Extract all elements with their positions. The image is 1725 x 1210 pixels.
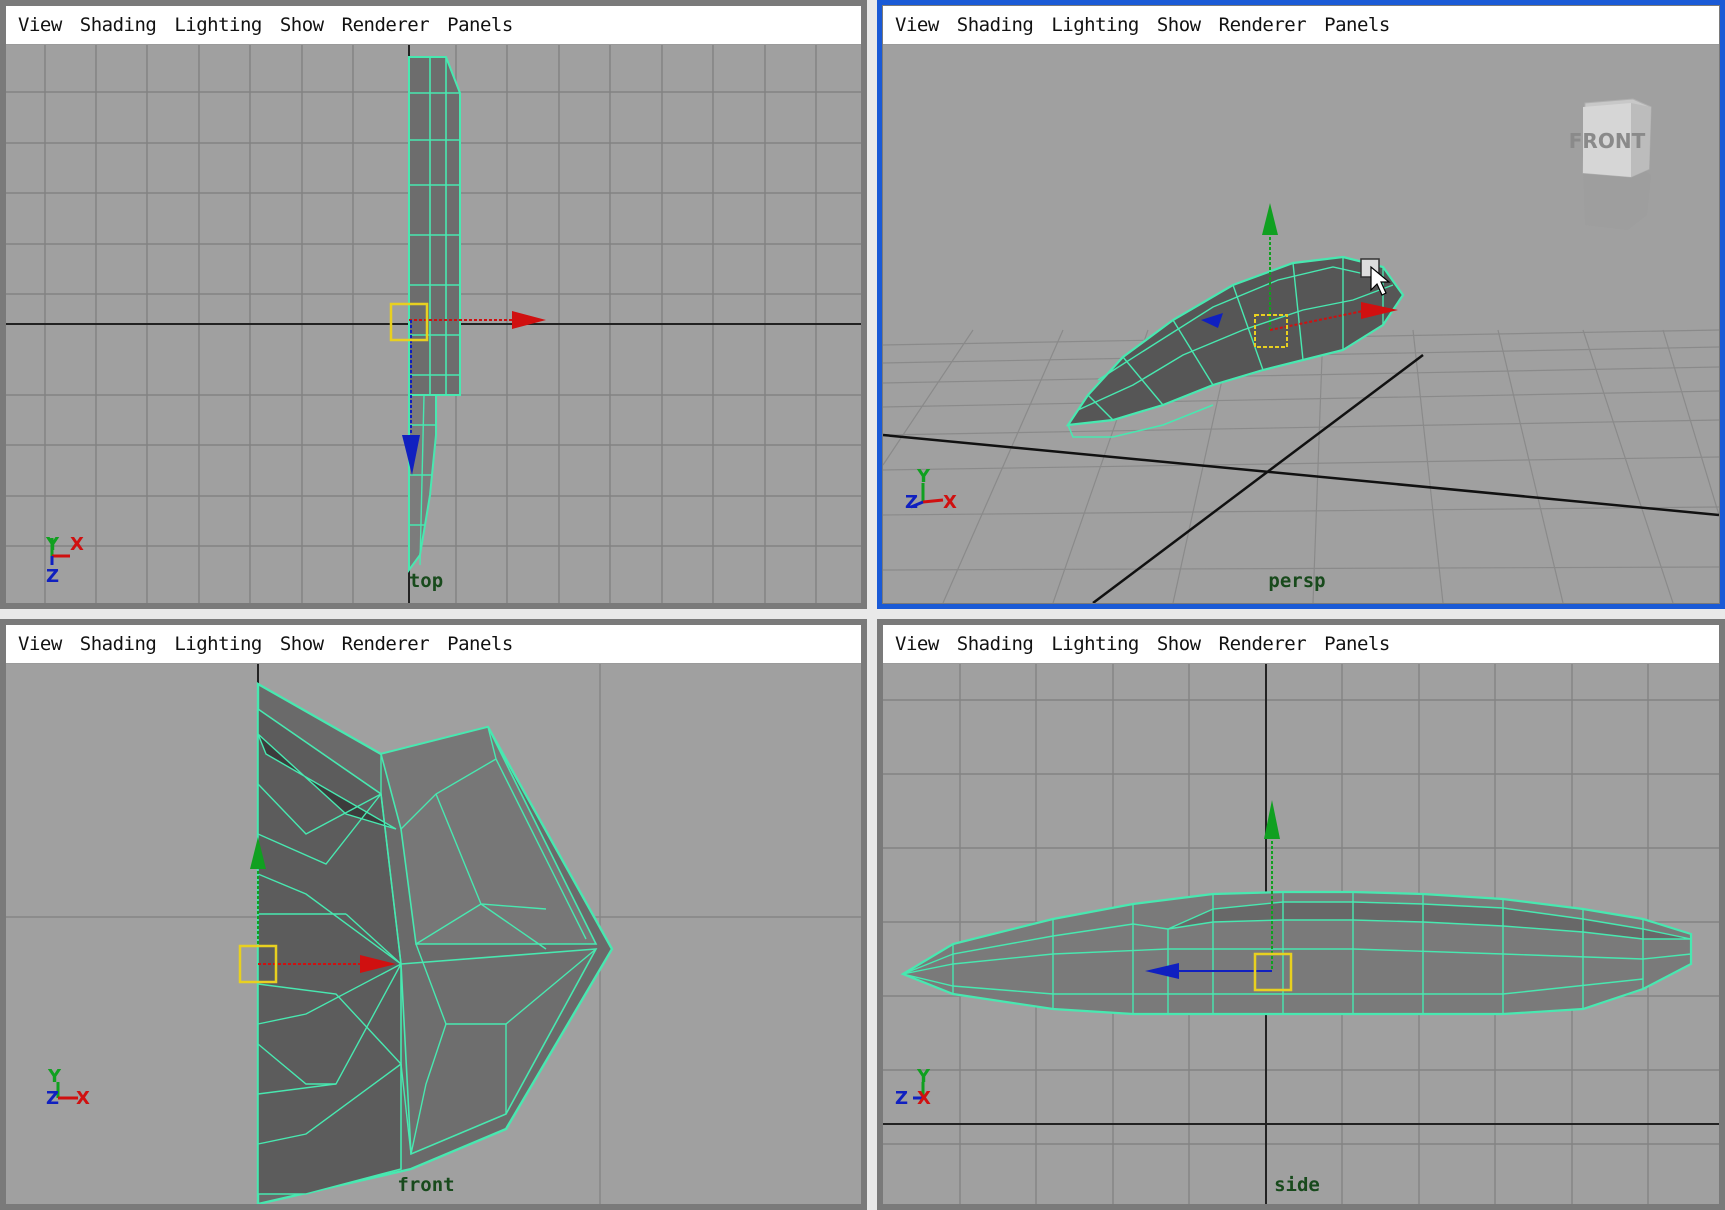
axis-gizmo: Y Z X: [46, 1066, 90, 1109]
menu-panels[interactable]: Panels: [1324, 633, 1390, 655]
menu-show[interactable]: Show: [1157, 14, 1201, 36]
axis-label-x: X: [76, 1088, 90, 1109]
mesh-front[interactable]: [256, 681, 614, 1204]
axis-label-y: Y: [916, 466, 931, 487]
viewport-persp-scene: FRONT Y Z X: [883, 98, 1719, 603]
perspective-grid: [883, 329, 1719, 603]
menu-lighting[interactable]: Lighting: [174, 633, 262, 655]
menu-view[interactable]: View: [895, 14, 939, 36]
mesh-top[interactable]: [408, 56, 461, 574]
menu-shading[interactable]: Shading: [80, 14, 157, 36]
axis-gizmo: Y Z X: [905, 466, 957, 513]
viewport-side-panel[interactable]: View Shading Lighting Show Renderer Pane…: [877, 619, 1725, 1210]
menu-lighting[interactable]: Lighting: [1051, 633, 1139, 655]
camera-label: persp: [1268, 570, 1326, 592]
viewport-persp-canvas[interactable]: FRONT Y Z X persp: [883, 45, 1719, 603]
axis-gizmo: Y Z X: [895, 1066, 931, 1109]
axis-label-x: X: [917, 1088, 931, 1109]
viewport-top-panel[interactable]: View Shading Lighting Show Renderer Pane…: [0, 0, 867, 609]
axis-label-z: Z: [905, 492, 918, 513]
menu-view[interactable]: View: [18, 633, 62, 655]
menu-lighting[interactable]: Lighting: [174, 14, 262, 36]
menu-lighting[interactable]: Lighting: [1051, 14, 1139, 36]
menu-show[interactable]: Show: [280, 14, 324, 36]
viewport-top-canvas[interactable]: Y X Z top: [6, 45, 861, 603]
viewport-front-menubar: View Shading Lighting Show Renderer Pane…: [6, 625, 861, 664]
viewport-front-panel[interactable]: View Shading Lighting Show Renderer Pane…: [0, 619, 867, 1210]
viewcube-icon[interactable]: FRONT: [1569, 98, 1652, 230]
axis-label-y: Y: [45, 534, 60, 555]
viewport-front-scene: Y Z X: [6, 664, 861, 1204]
axis-label-x: X: [70, 534, 84, 555]
menu-view[interactable]: View: [18, 14, 62, 36]
viewport-side-canvas[interactable]: Y Z X side: [883, 664, 1719, 1204]
menu-renderer[interactable]: Renderer: [1219, 633, 1307, 655]
viewport-top-menubar: View Shading Lighting Show Renderer Pane…: [6, 6, 861, 45]
viewport-persp-panel[interactable]: View Shading Lighting Show Renderer Pane…: [877, 0, 1725, 609]
axis-label-y: Y: [916, 1066, 931, 1087]
menu-panels[interactable]: Panels: [447, 633, 513, 655]
camera-label: side: [1274, 1174, 1320, 1196]
menu-shading[interactable]: Shading: [957, 633, 1034, 655]
manip-x-arrow[interactable]: [512, 311, 546, 329]
menu-view[interactable]: View: [895, 633, 939, 655]
manip-y-arrow[interactable]: [1262, 203, 1278, 235]
viewport-persp-menubar: View Shading Lighting Show Renderer Pane…: [883, 6, 1719, 45]
camera-label: front: [397, 1174, 455, 1196]
axis-label-z: Z: [46, 1088, 59, 1109]
mesh-side[interactable]: [900, 890, 1693, 1016]
axis-label-x: X: [943, 492, 957, 513]
menu-shading[interactable]: Shading: [957, 14, 1034, 36]
menu-show[interactable]: Show: [280, 633, 324, 655]
mesh-persp[interactable]: [1065, 255, 1405, 438]
menu-shading[interactable]: Shading: [80, 633, 157, 655]
axis-gizmo: Y X Z: [45, 534, 84, 587]
menu-panels[interactable]: Panels: [1324, 14, 1390, 36]
menu-renderer[interactable]: Renderer: [1219, 14, 1307, 36]
viewport-side-menubar: View Shading Lighting Show Renderer Pane…: [883, 625, 1719, 664]
menu-renderer[interactable]: Renderer: [342, 14, 430, 36]
viewcube-front-label: FRONT: [1569, 129, 1646, 153]
menu-panels[interactable]: Panels: [447, 14, 513, 36]
axis-label-z: Z: [46, 566, 59, 587]
viewport-side-scene: Y Z X: [883, 664, 1719, 1204]
camera-label: top: [408, 570, 444, 592]
menu-show[interactable]: Show: [1157, 633, 1201, 655]
axis-label-y: Y: [47, 1066, 62, 1087]
menu-renderer[interactable]: Renderer: [342, 633, 430, 655]
viewport-top-scene: Y X Z: [6, 45, 861, 603]
viewport-front-canvas[interactable]: Y Z X front: [6, 664, 861, 1204]
axis-label-z: Z: [895, 1088, 908, 1109]
